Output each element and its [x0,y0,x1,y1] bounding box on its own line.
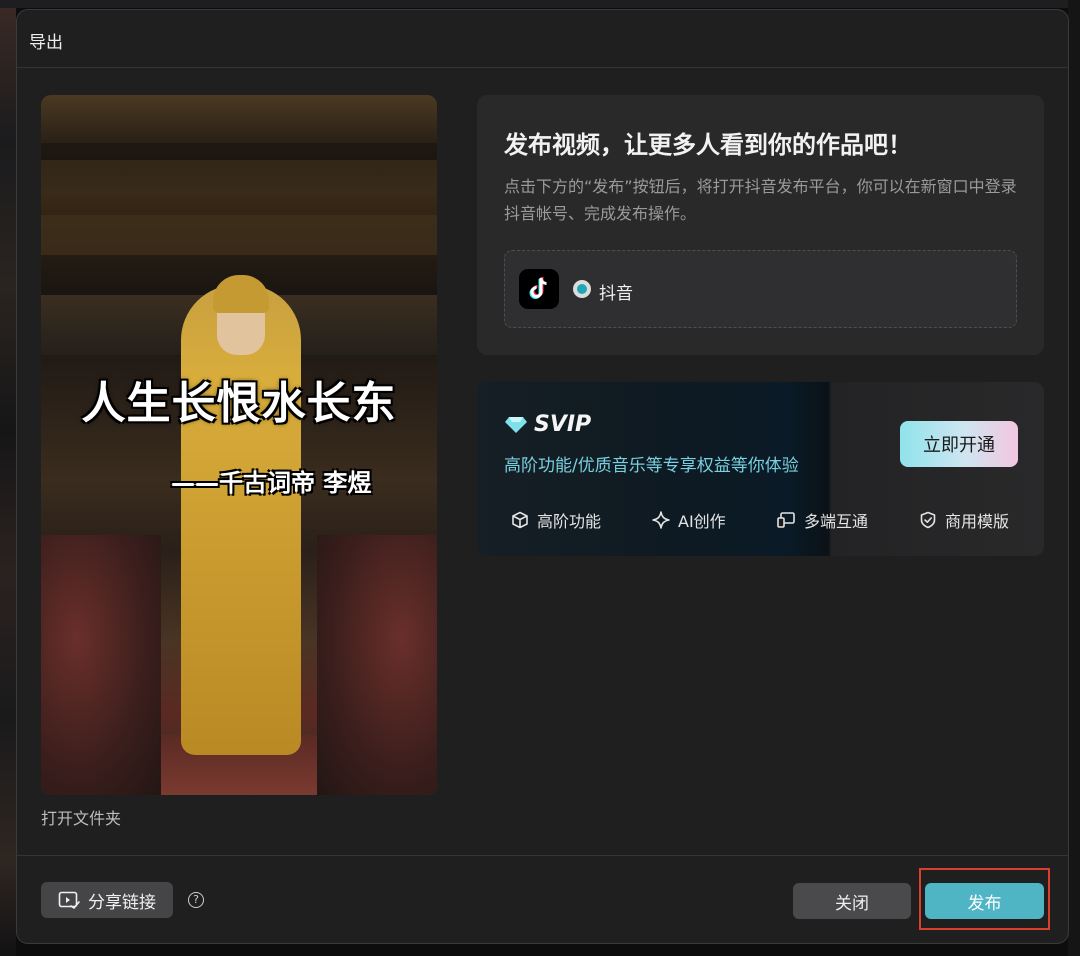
share-link-icon [58,891,80,909]
feature-ai: AI创作 [652,508,726,532]
background-top [0,0,1080,8]
platform-label: 抖音 [599,284,633,304]
feature-label: 高阶功能 [537,512,602,531]
publish-highlight-box [919,868,1050,930]
feature-label: 多端互通 [804,512,869,531]
caption-title: 人生长恨水长东 [81,378,397,429]
ceiling-beam [41,215,437,255]
export-dialog: 导出 人生长恨水长东 ——千古词帝 李煜 打开文件夹 发布视频，让更多人看到你的… [16,9,1069,944]
feature-advanced: 高阶功能 [511,508,601,532]
caption-subtitle: ——千古词帝 李煜 [171,469,372,497]
radio-selected-dot [577,284,587,294]
crowd-right [317,535,437,795]
title-divider [17,67,1068,68]
video-preview: 人生长恨水长东 ——千古词帝 李煜 [41,95,437,795]
feature-multidevice: 多端互通 [776,508,868,532]
emperor-hat [213,275,269,313]
devices-icon [777,512,795,528]
douyin-logo-icon [519,269,559,309]
crowd-left [41,535,161,795]
feature-label: 商用模版 [945,512,1010,531]
diamond-icon [505,416,527,433]
background-left [0,0,16,956]
share-link-label: 分享链接 [88,892,156,913]
share-link-button[interactable]: 分享链接 [41,882,173,918]
feature-label: AI创作 [678,512,726,531]
svip-card: SVIP 高阶功能/优质音乐等专享权益等你体验 立即开通 高阶功能 AI创作 多… [477,382,1044,556]
publish-description: 点击下方的“发布”按钮后，将打开抖音发布平台，你可以在新窗口中登录抖音帐号、完成… [504,177,1017,223]
cube-icon [512,511,528,529]
dialog-title: 导出 [29,33,63,53]
svip-title-row: SVIP [504,412,591,437]
emperor-figure [181,285,301,755]
open-folder-link[interactable]: 打开文件夹 [41,805,121,829]
background-right [1068,0,1080,956]
svip-description: 高阶功能/优质音乐等专享权益等你体验 [504,456,799,476]
close-button[interactable]: 关闭 [793,883,911,919]
ceiling-beam [41,160,437,196]
ceiling-ornament [41,95,437,143]
platform-option-douyin[interactable]: 抖音 [504,250,1017,328]
activate-svip-button[interactable]: 立即开通 [900,421,1018,467]
svip-title: SVIP [534,412,592,437]
help-icon[interactable]: ? [188,892,204,908]
publish-card: 发布视频，让更多人看到你的作品吧！ 点击下方的“发布”按钮后，将打开抖音发布平台… [477,95,1044,355]
publish-heading: 发布视频，让更多人看到你的作品吧！ [504,131,912,159]
sparkle-icon [652,511,670,529]
footer-divider [17,855,1068,856]
platform-radio[interactable] [573,280,591,298]
feature-commercial-template: 商用模版 [919,508,1009,532]
shield-check-icon [920,511,936,529]
